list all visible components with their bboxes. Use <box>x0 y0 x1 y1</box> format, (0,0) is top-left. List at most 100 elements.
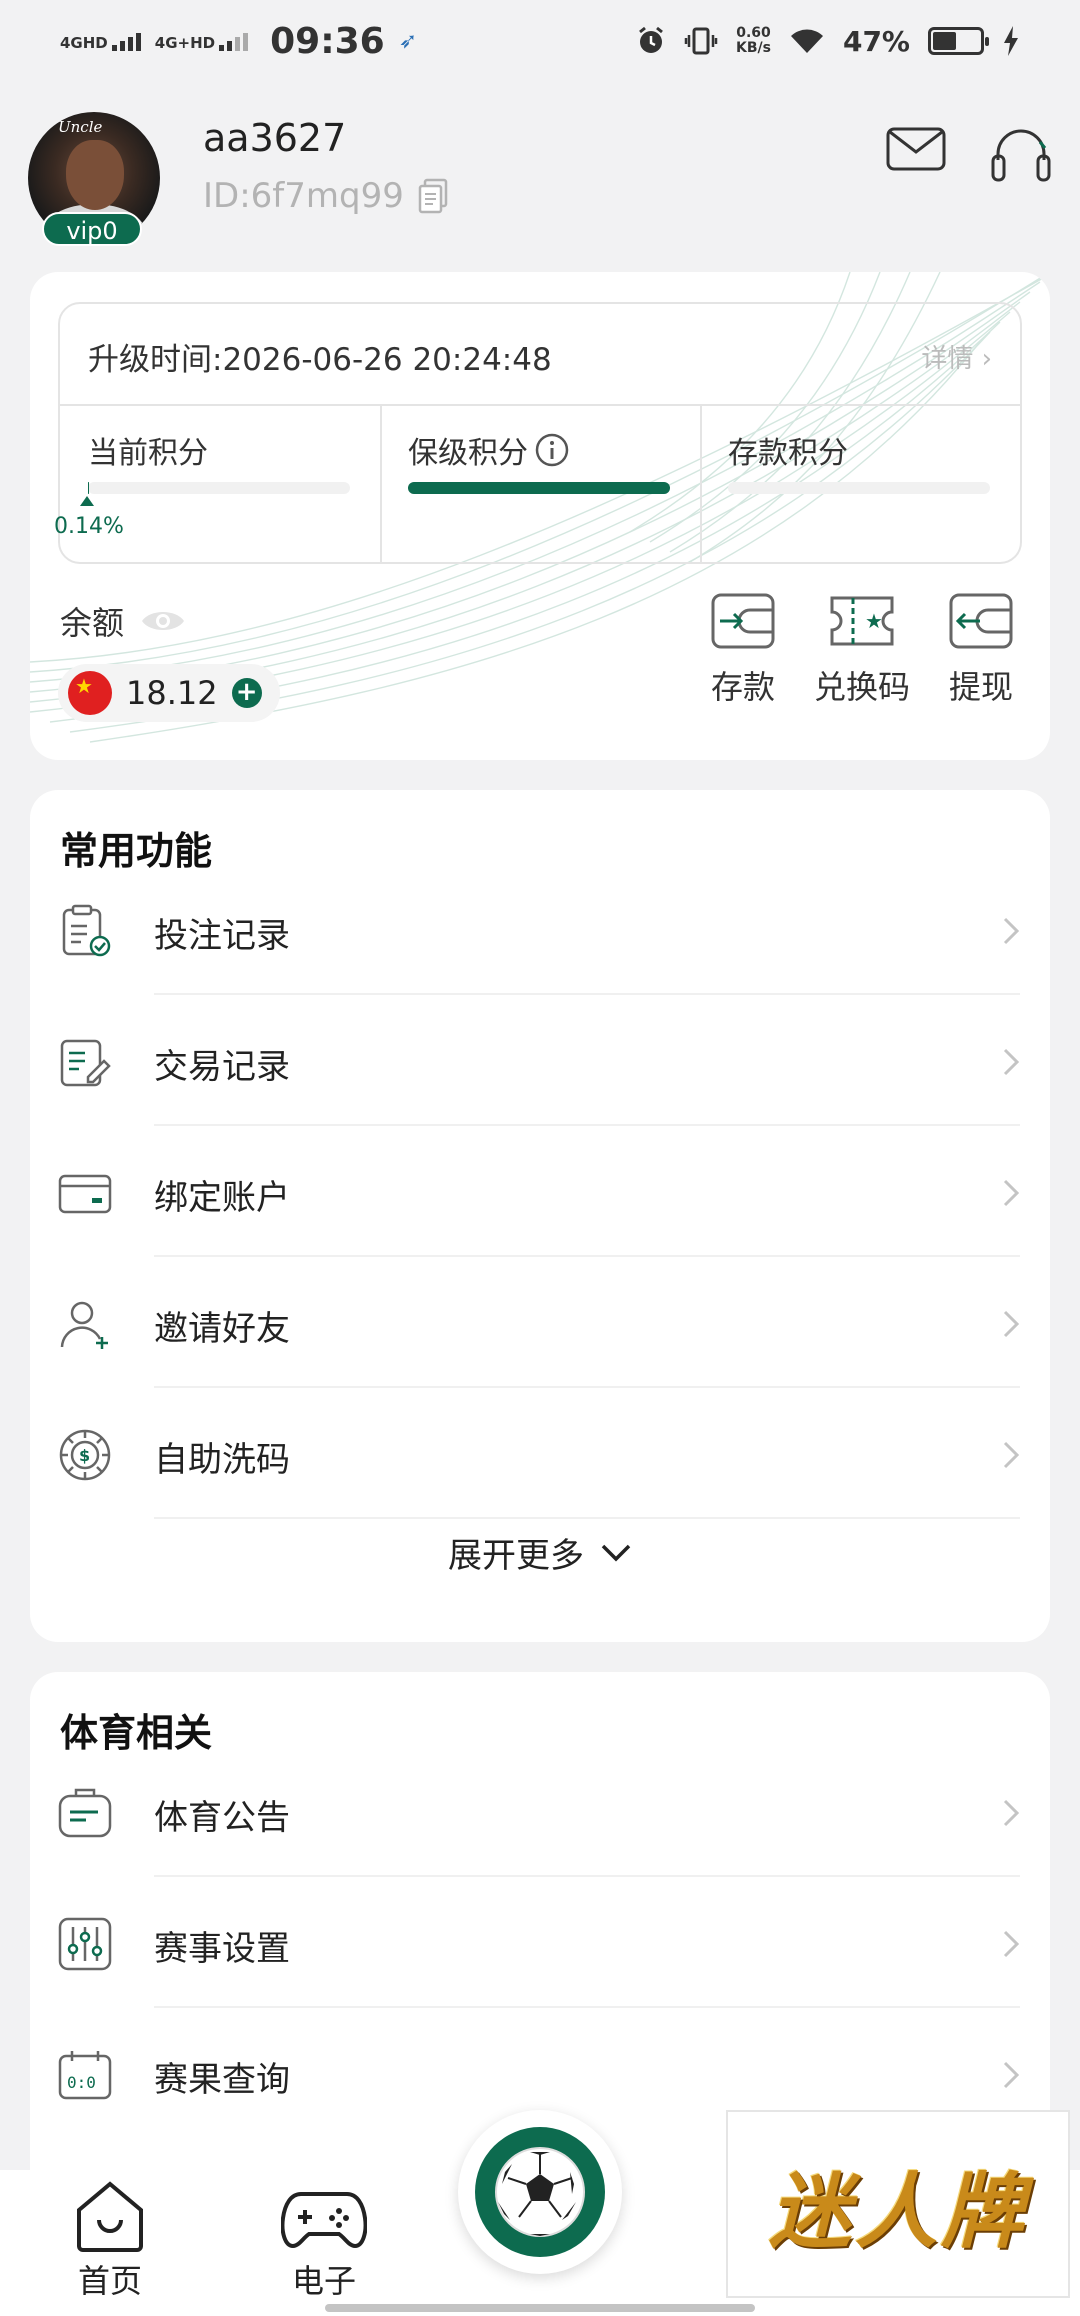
list-item-label: 绑定账户 <box>154 1178 290 1218</box>
chevron-right-icon <box>1003 1310 1020 1338</box>
username: aa3627 <box>203 116 347 160</box>
score-calendar-icon: 0:0 <box>58 2051 112 2100</box>
chevron-right-icon <box>1003 1799 1020 1827</box>
alarm-icon <box>639 26 663 53</box>
current-points-percent: 0.14% <box>54 514 124 539</box>
card-icon <box>58 1174 112 1214</box>
network-speed: 0.60 KB/s <box>736 25 771 56</box>
detail-link[interactable]: 详情 › <box>921 338 992 375</box>
list-item-label: 赛果查询 <box>154 2060 290 2100</box>
keep-points-label: 保级积分 <box>408 436 528 471</box>
chevron-right-icon <box>1003 1048 1020 1076</box>
current-points-label: 当前积分 <box>88 436 208 471</box>
deposit-button[interactable]: 存款 <box>698 592 788 708</box>
account-card: 升级时间:2026-06-26 20:24:48 详情 › 当前积分 0.14%… <box>30 272 1050 760</box>
chevron-right-icon <box>1003 2061 1020 2089</box>
list-item-label: 自助洗码 <box>154 1440 290 1480</box>
list-item-bind-account[interactable]: 绑定账户 <box>30 1126 1050 1257</box>
balance-label: 余额 <box>60 604 125 642</box>
signal-1: 4GHD <box>60 31 141 51</box>
deposit-wallet-icon <box>711 593 775 649</box>
withdraw-wallet-icon <box>949 593 1013 649</box>
deposit-points-progress <box>728 482 990 494</box>
redeem-ticket-icon: ★ <box>830 596 894 646</box>
chevron-right-icon <box>1003 1179 1020 1207</box>
chevron-right-icon <box>1003 1441 1020 1469</box>
charging-icon <box>1004 26 1018 56</box>
balance-label-row: 余额 <box>60 598 186 644</box>
list-item-bet-record[interactable]: 投注记录 <box>30 864 1050 995</box>
nav-home-label: 首页 <box>77 2262 142 2300</box>
nav-home[interactable]: 首页 <box>40 2180 180 2302</box>
list-item-transaction-record[interactable]: 交易记录 <box>30 995 1050 1126</box>
list-item-label: 投注记录 <box>154 916 290 956</box>
china-flag-icon <box>68 671 112 715</box>
bird-icon: ➶ <box>398 28 418 54</box>
list-item-sports-announcement[interactable]: 体育公告 <box>30 1746 1050 1877</box>
status-bar: 4GHD 4G+HD 09:36 ➶ 0.60 KB/s 47% <box>0 0 1080 82</box>
mail-icon[interactable] <box>886 126 946 172</box>
keep-points-header: 保级积分 <box>408 428 570 472</box>
chevron-right-icon <box>1003 1930 1020 1958</box>
watermark-logo: 迷人牌 <box>726 2110 1070 2298</box>
nav-electronic[interactable]: 电子 <box>254 2180 394 2302</box>
soccer-ball-icon <box>495 2147 585 2237</box>
copy-icon[interactable] <box>418 178 448 214</box>
gamepad-icon <box>281 2192 367 2249</box>
list-item-label: 邀请好友 <box>154 1309 290 1349</box>
add-funds-button[interactable]: + <box>231 678 262 708</box>
svg-text:0:0: 0:0 <box>67 2073 96 2092</box>
svg-text:$: $ <box>79 1446 90 1465</box>
keep-points-progress <box>408 482 670 494</box>
sports-center-button[interactable] <box>458 2110 622 2274</box>
watermark-text: 迷人牌 <box>769 2163 1027 2260</box>
redeem-code-label: 兑换码 <box>813 668 910 706</box>
nav-electronic-label: 电子 <box>291 2262 356 2300</box>
balance-amount: 18.12 <box>126 674 218 712</box>
user-id-text: ID:6f7mq99 <box>203 176 404 216</box>
vibrate-icon <box>684 27 718 55</box>
eye-icon[interactable] <box>140 606 186 636</box>
expand-more-label: 展开更多 <box>448 1536 584 1576</box>
user-id: ID:6f7mq99 <box>203 176 448 216</box>
network-type-1: 4GHD <box>60 34 108 52</box>
invite-user-icon <box>60 1301 108 1349</box>
wifi-icon <box>790 29 823 53</box>
chevron-right-icon <box>1003 917 1020 945</box>
chevron-down-icon <box>601 1544 631 1561</box>
current-points-progress <box>88 482 350 494</box>
common-functions-card: 常用功能 投注记录 交易记录 绑定账户 邀请好友 $ 自助洗码 展开更多 <box>30 790 1050 1642</box>
vip-badge: vip0 <box>42 212 142 246</box>
list-item-invite-friends[interactable]: 邀请好友 <box>30 1257 1050 1388</box>
wallet-actions: 存款 ★ 兑换码 提现 <box>698 592 1026 708</box>
list-item-match-settings[interactable]: 赛事设置 <box>30 1877 1050 2008</box>
settings-sliders-icon <box>58 1917 112 1971</box>
withdraw-label: 提现 <box>948 668 1013 706</box>
svg-text:★: ★ <box>865 609 883 633</box>
list-item-label: 交易记录 <box>154 1047 290 1087</box>
balance-pill: 18.12 + <box>58 664 280 722</box>
expand-more-button[interactable]: 展开更多 <box>30 1528 1050 1577</box>
battery-percent: 47% <box>842 24 910 58</box>
battery-icon <box>928 27 989 55</box>
avatar-caption: Uncle <box>58 118 103 136</box>
withdraw-button[interactable]: 提现 <box>936 592 1026 708</box>
list-item-label: 体育公告 <box>154 1798 290 1838</box>
network-type-2: 4G+HD <box>154 34 216 52</box>
bet-record-icon <box>62 904 111 957</box>
signal-2: 4G+HD <box>154 31 249 52</box>
clock: 09:36 <box>270 20 385 62</box>
transaction-record-icon <box>60 1039 111 1087</box>
profile-header: Uncle vip0 aa3627 ID:6f7mq99 <box>28 112 1052 246</box>
upgrade-time: 升级时间:2026-06-26 20:24:48 <box>88 342 552 378</box>
info-icon[interactable] <box>534 432 570 468</box>
vip-level-panel: 升级时间:2026-06-26 20:24:48 详情 › 当前积分 0.14%… <box>54 302 1022 564</box>
list-item-label: 赛事设置 <box>154 1929 290 1969</box>
redeem-code-button[interactable]: ★ 兑换码 <box>814 592 910 708</box>
announcement-icon <box>58 1788 112 1838</box>
chip-icon: $ <box>59 1429 111 1481</box>
home-indicator[interactable] <box>325 2304 755 2312</box>
list-item-self-rebate[interactable]: $ 自助洗码 <box>30 1388 1050 1519</box>
deposit-label: 存款 <box>710 668 775 706</box>
customer-service-icon[interactable] <box>990 126 1052 184</box>
